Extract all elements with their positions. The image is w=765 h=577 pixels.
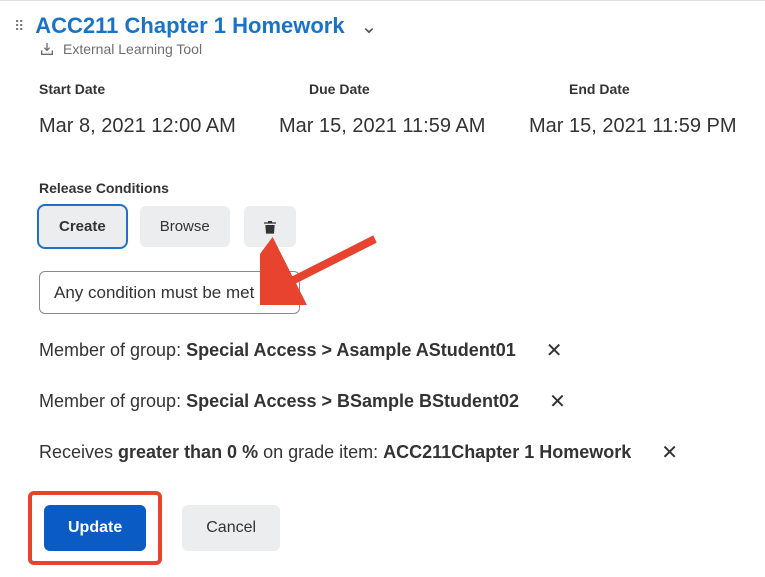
create-button[interactable]: Create: [39, 206, 126, 247]
chevron-down-icon[interactable]: ⌄: [361, 14, 378, 39]
condition-row: Member of group: Special Access > BSampl…: [39, 389, 757, 414]
delete-button[interactable]: [244, 206, 296, 247]
chevron-down-icon: ⌄: [270, 282, 285, 303]
update-button[interactable]: Update: [44, 505, 146, 551]
condition-row: Receives greater than 0 % on grade item:…: [39, 440, 757, 465]
condition-match-dropdown[interactable]: Any condition must be met ⌄: [39, 271, 300, 314]
condition-text: Receives greater than 0 % on grade item:…: [39, 442, 631, 463]
remove-condition-icon[interactable]: ✕: [546, 338, 563, 363]
header-row: ⠿ ACC211 Chapter 1 Homework ⌄: [14, 13, 757, 39]
browse-button[interactable]: Browse: [140, 206, 230, 247]
update-highlight-box: Update: [28, 491, 162, 565]
remove-condition-icon[interactable]: ✕: [661, 440, 678, 465]
drag-handle-icon[interactable]: ⠿: [14, 21, 25, 31]
condition-row: Member of group: Special Access > Asampl…: [39, 338, 757, 363]
end-date-value: Mar 15, 2021 11:59 PM: [529, 115, 737, 138]
dropdown-value: Any condition must be met: [54, 283, 254, 303]
condition-text: Member of group: Special Access > BSampl…: [39, 391, 519, 412]
start-date-label: Start Date: [39, 81, 249, 97]
release-conditions-label: Release Conditions: [39, 180, 757, 196]
dates-header-row: Start Date Due Date End Date: [39, 81, 757, 97]
dates-values-row: Mar 8, 2021 12:00 AM Mar 15, 2021 11:59 …: [39, 115, 757, 138]
condition-text: Member of group: Special Access > Asampl…: [39, 340, 516, 361]
start-date-value: Mar 8, 2021 12:00 AM: [39, 115, 249, 138]
remove-condition-icon[interactable]: ✕: [549, 389, 566, 414]
due-date-label: Due Date: [309, 81, 509, 97]
subtype-row: External Learning Tool: [39, 41, 757, 57]
conditions-list: Member of group: Special Access > Asampl…: [39, 338, 757, 465]
footer-actions: Update Cancel: [28, 491, 757, 565]
external-tool-icon: [39, 41, 55, 57]
cancel-button[interactable]: Cancel: [182, 505, 280, 551]
page-title[interactable]: ACC211 Chapter 1 Homework: [35, 13, 344, 39]
due-date-value: Mar 15, 2021 11:59 AM: [279, 115, 499, 138]
end-date-label: End Date: [569, 81, 630, 97]
subtype-label: External Learning Tool: [63, 41, 202, 57]
activity-details-panel: ⠿ ACC211 Chapter 1 Homework ⌄ External L…: [0, 0, 765, 577]
release-conditions-toolbar: Create Browse: [39, 206, 757, 247]
trash-icon: [262, 218, 278, 236]
